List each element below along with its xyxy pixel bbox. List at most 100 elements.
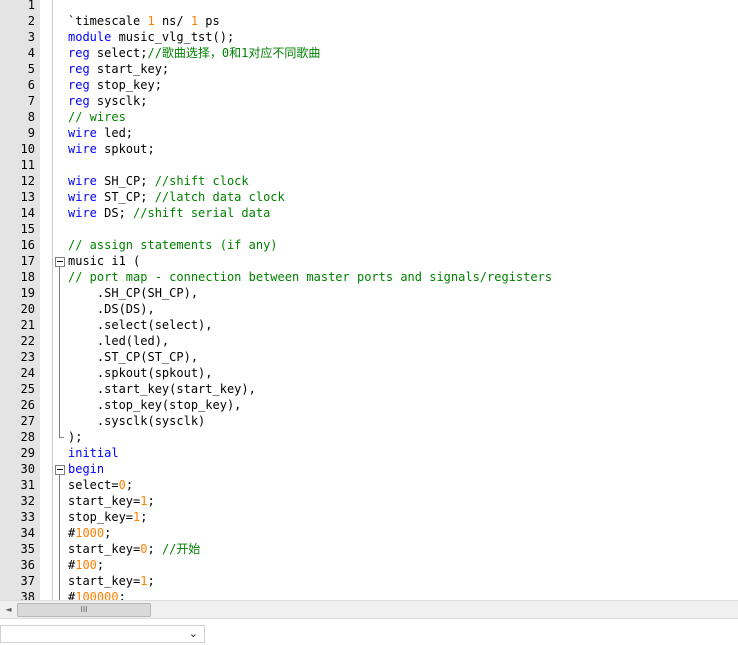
code-line[interactable]: select=0;	[68, 477, 133, 493]
code-token: .ST_CP(ST_CP),	[68, 350, 199, 364]
line-number: 7	[27, 94, 35, 108]
code-line[interactable]: wire ST_CP; //latch data clock	[68, 189, 285, 205]
code-line[interactable]: .sysclk(sysclk)	[68, 413, 205, 429]
code-line[interactable]: .start_key(start_key),	[68, 381, 256, 397]
code-token: ;	[125, 478, 134, 492]
code-token: .start_key(start_key),	[68, 382, 256, 396]
code-line[interactable]: .spkout(spkout),	[68, 365, 213, 381]
code-line[interactable]: stop_key=1;	[68, 509, 148, 525]
function-dropdown[interactable]: ⌄	[0, 625, 205, 643]
line-number: 34	[20, 526, 35, 540]
fold-end-marker	[59, 437, 64, 438]
code-line[interactable]: #100000;	[68, 589, 126, 600]
code-line[interactable]: `timescale 1 ns/ 1 ps	[68, 13, 220, 29]
scrollbar-thumb[interactable]: III	[17, 603, 151, 617]
line-number: 26	[20, 398, 35, 412]
code-line[interactable]: wire spkout;	[68, 141, 155, 157]
line-number: 4	[27, 46, 35, 60]
line-number: 31	[20, 478, 35, 492]
code-token: .stop_key(stop_key),	[68, 398, 242, 412]
code-line[interactable]: music i1 (	[68, 253, 140, 269]
code-line[interactable]: reg sysclk;	[68, 93, 147, 109]
code-line[interactable]: #100;	[68, 557, 104, 573]
line-number: 23	[20, 350, 35, 364]
code-line[interactable]: initial	[68, 445, 119, 461]
fold-toggle-icon[interactable]	[55, 465, 65, 475]
number-token: 1	[147, 14, 155, 28]
code-token: .select(select),	[68, 318, 213, 332]
comment-token: // port map - connection between master …	[68, 270, 553, 284]
code-line[interactable]: start_key=1;	[68, 493, 155, 509]
keyword-token: reg	[68, 94, 90, 108]
code-line[interactable]: reg stop_key;	[68, 77, 162, 93]
code-line[interactable]: start_key=1;	[68, 573, 155, 589]
line-number: 30	[20, 462, 35, 476]
code-line[interactable]: .SH_CP(SH_CP),	[68, 285, 198, 301]
code-token: ps	[198, 14, 220, 28]
code-line[interactable]: // assign statements (if any)	[68, 237, 278, 253]
code-token: ST_CP;	[96, 190, 155, 204]
keyword-token: reg	[68, 62, 90, 76]
code-editor[interactable]: 1 2 3 4 5 6 7 8 9 10 11 12 13 14 15 16 17 18 19 20 21 22 23 24 2…	[0, 0, 738, 600]
code-token: select;	[89, 46, 148, 60]
code-token: DS;	[96, 206, 134, 220]
line-number: 3	[27, 30, 35, 44]
code-token: `timescale	[68, 14, 148, 28]
line-number: 20	[20, 302, 35, 316]
line-number: 32	[20, 494, 35, 508]
code-line[interactable]: module music_vlg_tst();	[68, 29, 234, 45]
line-number: 36	[20, 558, 35, 572]
keyword-token: wire	[68, 126, 97, 140]
line-number: 25	[20, 382, 35, 396]
keyword-token: begin	[68, 462, 105, 476]
fold-toggle-icon[interactable]	[55, 257, 65, 267]
code-token: music_vlg_tst();	[111, 30, 235, 44]
code-line[interactable]: #1000;	[68, 525, 111, 541]
code-token: .sysclk(sysclk)	[68, 414, 206, 428]
code-token: SH_CP;	[96, 174, 155, 188]
line-number: 18	[20, 270, 35, 284]
code-line[interactable]: .DS(DS),	[68, 301, 155, 317]
code-token: select=	[68, 478, 119, 492]
code-line[interactable]: // wires	[68, 109, 126, 125]
code-token: .SH_CP(SH_CP),	[68, 286, 199, 300]
fold-guide-line	[59, 475, 60, 600]
line-number: 22	[20, 334, 35, 348]
code-line[interactable]: .ST_CP(ST_CP),	[68, 349, 198, 365]
line-number: 1	[27, 0, 35, 12]
code-token: ;	[147, 494, 155, 508]
code-token: .spkout(spkout),	[68, 366, 213, 380]
number-token: 1000	[75, 526, 105, 540]
line-number: 29	[20, 446, 35, 460]
line-number: 12	[20, 174, 35, 188]
code-token: ;	[104, 526, 112, 540]
number-token: 100000	[75, 590, 119, 600]
code-line[interactable]: reg select;//歌曲选择，0和1对应不同歌曲	[68, 45, 320, 61]
comment-token: //shift serial data	[133, 206, 271, 220]
code-line[interactable]: start_key=0; //开始	[68, 541, 200, 557]
code-line[interactable]: begin	[68, 461, 104, 477]
keyword-token: module	[68, 30, 112, 44]
code-line[interactable]: wire SH_CP; //shift clock	[68, 173, 249, 189]
comment-token: // assign statements (if any)	[68, 238, 278, 252]
code-line[interactable]: .led(led),	[68, 333, 169, 349]
code-line[interactable]: .stop_key(stop_key),	[68, 397, 242, 413]
code-line[interactable]: // port map - connection between master …	[68, 269, 552, 285]
code-line[interactable]: wire DS; //shift serial data	[68, 205, 270, 221]
code-token: stop_key=	[68, 510, 134, 524]
code-line[interactable]: reg start_key;	[68, 61, 169, 77]
code-token: led;	[96, 126, 134, 140]
code-line[interactable]: );	[68, 429, 82, 445]
code-token: start_key=	[68, 494, 141, 508]
code-token: ;	[147, 542, 162, 556]
keyword-token: reg	[68, 46, 90, 60]
chevron-down-icon[interactable]: ⌄	[189, 627, 198, 640]
horizontal-scrollbar[interactable]: ◄ III	[0, 600, 738, 618]
scroll-left-arrow-icon[interactable]: ◄	[0, 601, 17, 618]
comment-token: // wires	[68, 110, 126, 124]
line-number: 5	[27, 62, 35, 76]
code-line[interactable]: wire led;	[68, 125, 133, 141]
code-line[interactable]: .select(select),	[68, 317, 213, 333]
code-token: ns/	[154, 14, 191, 28]
code-token: .DS(DS),	[68, 302, 155, 316]
